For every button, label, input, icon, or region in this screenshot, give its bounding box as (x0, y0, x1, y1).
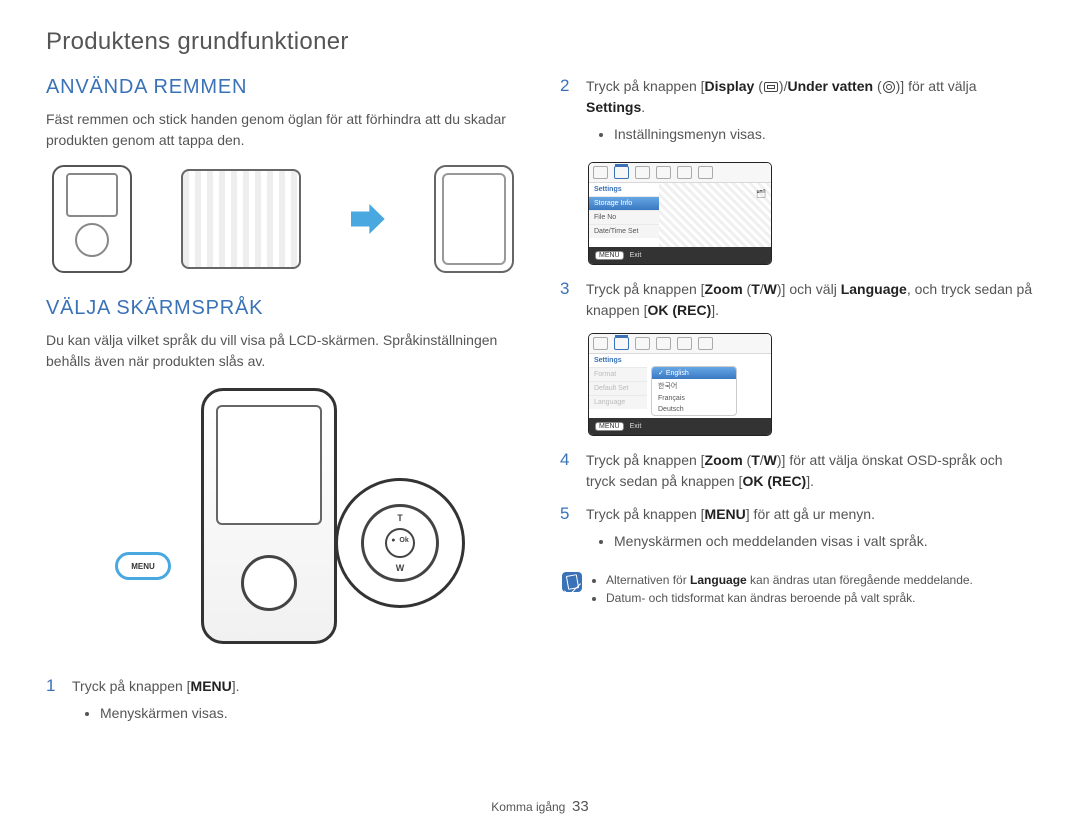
lcd-settings-screenshot-2: Settings Format Default Set Language ✓ E… (588, 333, 772, 436)
note-box: Alternativen för Language kan ändras uta… (560, 572, 1034, 607)
language-popup: ✓ English 한국어 Français Deutsch (651, 366, 737, 416)
device-icon (52, 165, 132, 273)
step-1-text-post: ]. (232, 678, 240, 694)
note-item-2: Datum- och tidsformat kan ändras beroend… (606, 590, 973, 607)
lcd-tab-icon (677, 337, 692, 350)
strap-attach-icon (181, 169, 301, 269)
heading-language: VÄLJA SKÄRMSPRÅK (46, 297, 520, 320)
step-2-number: 2 (560, 76, 576, 150)
lcd-tab-icon (635, 166, 650, 179)
lcd-exit-label: Exit (630, 252, 642, 259)
lcd-row-datetime: Date/Time Set (589, 224, 659, 238)
step-1-number: 1 (46, 676, 62, 729)
device-body-icon (201, 388, 337, 644)
menu-button-callout: MENU (115, 552, 171, 580)
step-1: 1 Tryck på knappen [MENU]. Menyskärmen v… (46, 676, 520, 729)
lang-option-german: Deutsch (652, 404, 736, 415)
step-5-bullet: Menyskärmen och meddelanden visas i valt… (614, 531, 1034, 553)
language-paragraph: Du kan välja vilket språk du vill visa p… (46, 330, 520, 372)
arrow-right-icon (351, 202, 385, 236)
product-diagram: MENU T ● Ok W (93, 382, 473, 662)
lcd-row-storage-info: Storage Info (589, 196, 659, 210)
zoom-wheel-magnify-icon: T ● Ok W (335, 478, 465, 608)
strap-illustration (46, 161, 520, 277)
page-title: Produktens grundfunktioner (46, 28, 1034, 56)
lcd-exit-key: MENU (595, 422, 624, 431)
lcd-settings-screenshot-1: Settings Storage Info File No Date/Time … (588, 162, 772, 265)
step-1-text-pre: Tryck på knappen [ (72, 678, 191, 694)
zoom-t-label: T (397, 513, 403, 523)
lcd-tab-icon (635, 337, 650, 350)
heading-strap: ANVÄNDA REMMEN (46, 76, 520, 99)
lang-option-korean: 한국어 (652, 379, 736, 393)
step-1-bullet: Menyskärmen visas. (100, 703, 520, 725)
lcd-tab-icon-selected (614, 337, 629, 350)
strap-paragraph: Fäst remmen och stick handen genom öglan… (46, 109, 520, 151)
step-1-menu-bold: MENU (191, 678, 232, 694)
underwater-icon (883, 81, 895, 93)
lcd-badge-icon: 🗂 (756, 189, 766, 198)
zoom-w-label: W (396, 563, 405, 573)
footer: Komma igång 33 (46, 790, 1034, 815)
lcd-tab-icon (656, 337, 671, 350)
step-4: 4 Tryck på knappen [Zoom (T/W)] för att … (560, 450, 1034, 492)
step-3-number: 3 (560, 279, 576, 321)
lcd-exit-label: Exit (630, 423, 642, 430)
step-3: 3 Tryck på knappen [Zoom (T/W)] och välj… (560, 279, 1034, 321)
lang-option-english: ✓ English (652, 367, 736, 379)
lcd-tab-icon (593, 337, 608, 350)
display-icon (764, 82, 778, 92)
lcd-tab-icon (677, 166, 692, 179)
step-4-number: 4 (560, 450, 576, 492)
lcd-tab-icon (593, 166, 608, 179)
lcd-settings-tab-label: Settings (589, 183, 659, 196)
lcd-row-format: Format (589, 367, 647, 381)
lcd-row-default-set: Default Set (589, 381, 647, 395)
footer-page-number: 33 (572, 798, 589, 815)
lcd-tab-icon (656, 166, 671, 179)
lcd-settings-tab-label: Settings (589, 354, 647, 367)
lcd-tab-icon (698, 166, 713, 179)
step-5: 5 Tryck på knappen [MENU] för att gå ur … (560, 504, 1034, 557)
step-2: 2 Tryck på knappen [Display ()/Under vat… (560, 76, 1034, 150)
lcd-tab-icon-selected (614, 166, 629, 179)
step-5-number: 5 (560, 504, 576, 557)
step-2-bullet: Inställningsmenyn visas. (614, 124, 1034, 146)
note-icon (562, 572, 582, 592)
lcd-row-language: Language (589, 395, 647, 409)
lcd-tab-icon (698, 337, 713, 350)
device-in-hand-icon (434, 165, 514, 273)
footer-section-label: Komma igång (491, 800, 565, 814)
lang-option-french: Français (652, 393, 736, 404)
zoom-ok-label: ● Ok (391, 537, 408, 544)
lcd-exit-key: MENU (595, 251, 624, 260)
note-item-1: Alternativen för Language kan ändras uta… (606, 572, 973, 589)
lcd-row-file-no: File No (589, 210, 659, 224)
